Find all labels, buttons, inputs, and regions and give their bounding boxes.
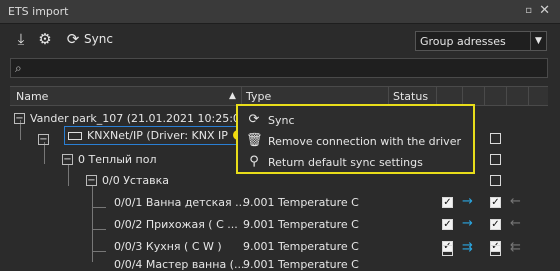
arrow-right-icon[interactable]: → [462,194,473,209]
sync-button[interactable]: Sync [84,32,113,46]
menu-item-label: Remove connection with the driver [268,135,461,148]
item-name: 0/0/1 Ванна детская ... [114,196,246,209]
column-name-header[interactable]: Name [16,90,48,103]
search-bar[interactable]: ⌕ [10,58,548,78]
item-type: 9.001 Temperature C [243,258,359,271]
sync-checkbox[interactable] [490,245,501,256]
view-select[interactable]: Group adresses ▼ [415,31,547,51]
arrow-left-icon[interactable]: ← [510,216,521,231]
context-menu: ⟳ Sync 🗑 Remove connection with the driv… [236,104,475,174]
root-label: Vander park_107 (21.01.2021 10:25:09) [30,112,252,125]
status-checkbox[interactable]: ✓ [442,219,453,230]
column-type-header[interactable]: Type [246,90,271,103]
driver-node-selected[interactable]: KNXNet/IP (Driver: KNX IP R... [64,126,249,145]
status-checkbox[interactable] [442,245,453,256]
trash-icon: 🗑 [246,133,263,148]
grid-header: Name ▲ Type Status [10,86,548,106]
arrow-right-icon[interactable]: → [462,216,473,231]
sync-icon[interactable]: ⟳ [64,30,82,48]
menu-item-label: Return default sync settings [268,156,423,169]
item-name: 0/0/3 Кухня ( C W ) [114,240,222,253]
item-name: 0/0/2 Прихожая ( C ... [114,218,238,231]
driver-checkbox[interactable] [490,133,501,144]
sort-up-icon[interactable]: ▲ [229,91,236,101]
search-input[interactable] [31,60,541,76]
gear-icon[interactable]: ⚙ [36,30,54,48]
column-status-header[interactable]: Status [393,90,428,103]
arrow-left-icon[interactable]: ← [510,194,521,209]
title-bar: ETS import ▫ ✕ [0,0,560,24]
item-type: 9.001 Temperature C [243,218,359,231]
subgroup-label: 0/0 Уставка [102,174,169,187]
broom-icon: ⚲ [249,154,259,169]
arrow-left-icon[interactable]: ← [510,242,521,257]
view-select-value: Group adresses [420,35,506,48]
sync-checkbox[interactable]: ✓ [490,197,501,208]
network-icon [68,132,82,140]
item-type: 9.001 Temperature C [243,240,359,253]
window-title: ETS import [8,5,69,18]
menu-item-return-defaults[interactable]: ⚲ Return default sync settings [238,151,473,173]
table-row[interactable]: 0/0/1 Ванна детская ... 9.001 Temperatur… [10,192,548,214]
close-icon[interactable]: ✕ [539,3,550,18]
menu-item-sync[interactable]: ⟳ Sync [238,109,473,131]
collapse-icon[interactable]: − [62,154,73,165]
sync-icon: ⟳ [248,112,260,127]
item-name: 0/0/4 Мастер ванна (... [114,258,245,271]
collapse-icon[interactable]: − [38,134,49,145]
menu-item-label: Sync [268,114,295,127]
search-icon: ⌕ [15,61,22,75]
collapse-icon[interactable]: − [86,175,97,186]
chevron-down-icon[interactable]: ▼ [530,32,546,50]
download-icon[interactable]: ⤓ [12,30,30,48]
item-type: 9.001 Temperature C [243,196,359,209]
menu-item-remove-connection[interactable]: 🗑 Remove connection with the driver [238,130,473,152]
table-row[interactable]: 0/0/2 Прихожая ( C ... 9.001 Temperature… [10,214,548,236]
status-checkbox[interactable]: ✓ [442,197,453,208]
collapse-icon[interactable]: − [14,113,25,124]
group-checkbox[interactable] [490,154,501,165]
driver-label: KNXNet/IP (Driver: KNX IP R... [87,129,250,142]
subgroup-checkbox[interactable] [490,175,501,186]
pin-icon[interactable]: ▫ [525,5,532,16]
sync-checkbox[interactable]: ✓ [490,219,501,230]
arrow-right-icon[interactable]: → [462,242,473,257]
group-label: 0 Теплый пол [78,153,157,166]
